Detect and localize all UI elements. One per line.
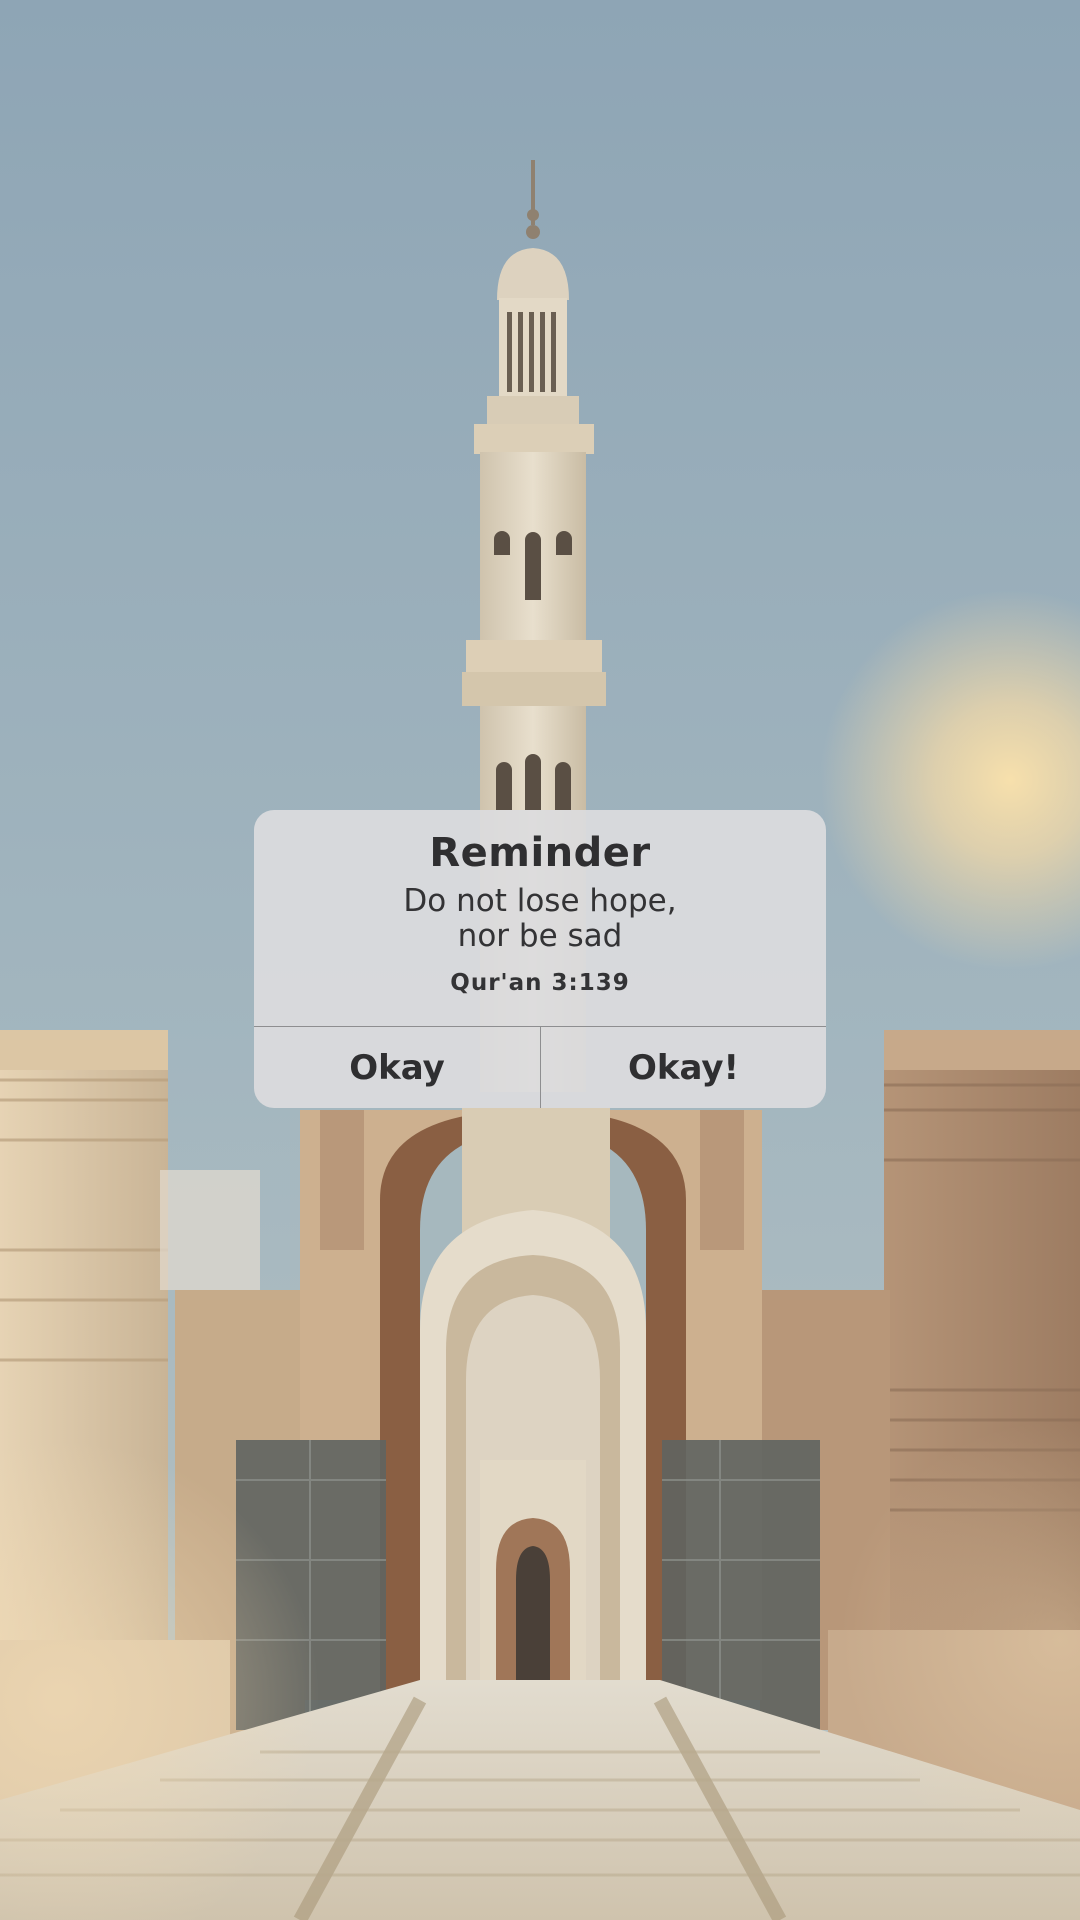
- dialog-message-line1: Do not lose hope,: [403, 883, 677, 919]
- okay-exclaim-button[interactable]: Okay!: [541, 1027, 826, 1108]
- dialog-source: Qur'an 3:139: [450, 970, 630, 996]
- dialog-title: Reminder: [429, 830, 651, 876]
- okay-button[interactable]: Okay: [254, 1027, 540, 1108]
- reminder-dialog: Reminder Do not lose hope, nor be sad Qu…: [254, 810, 826, 1108]
- dialog-message-line2: nor be sad: [457, 918, 623, 954]
- dialog-message: Do not lose hope, nor be sad: [284, 884, 796, 954]
